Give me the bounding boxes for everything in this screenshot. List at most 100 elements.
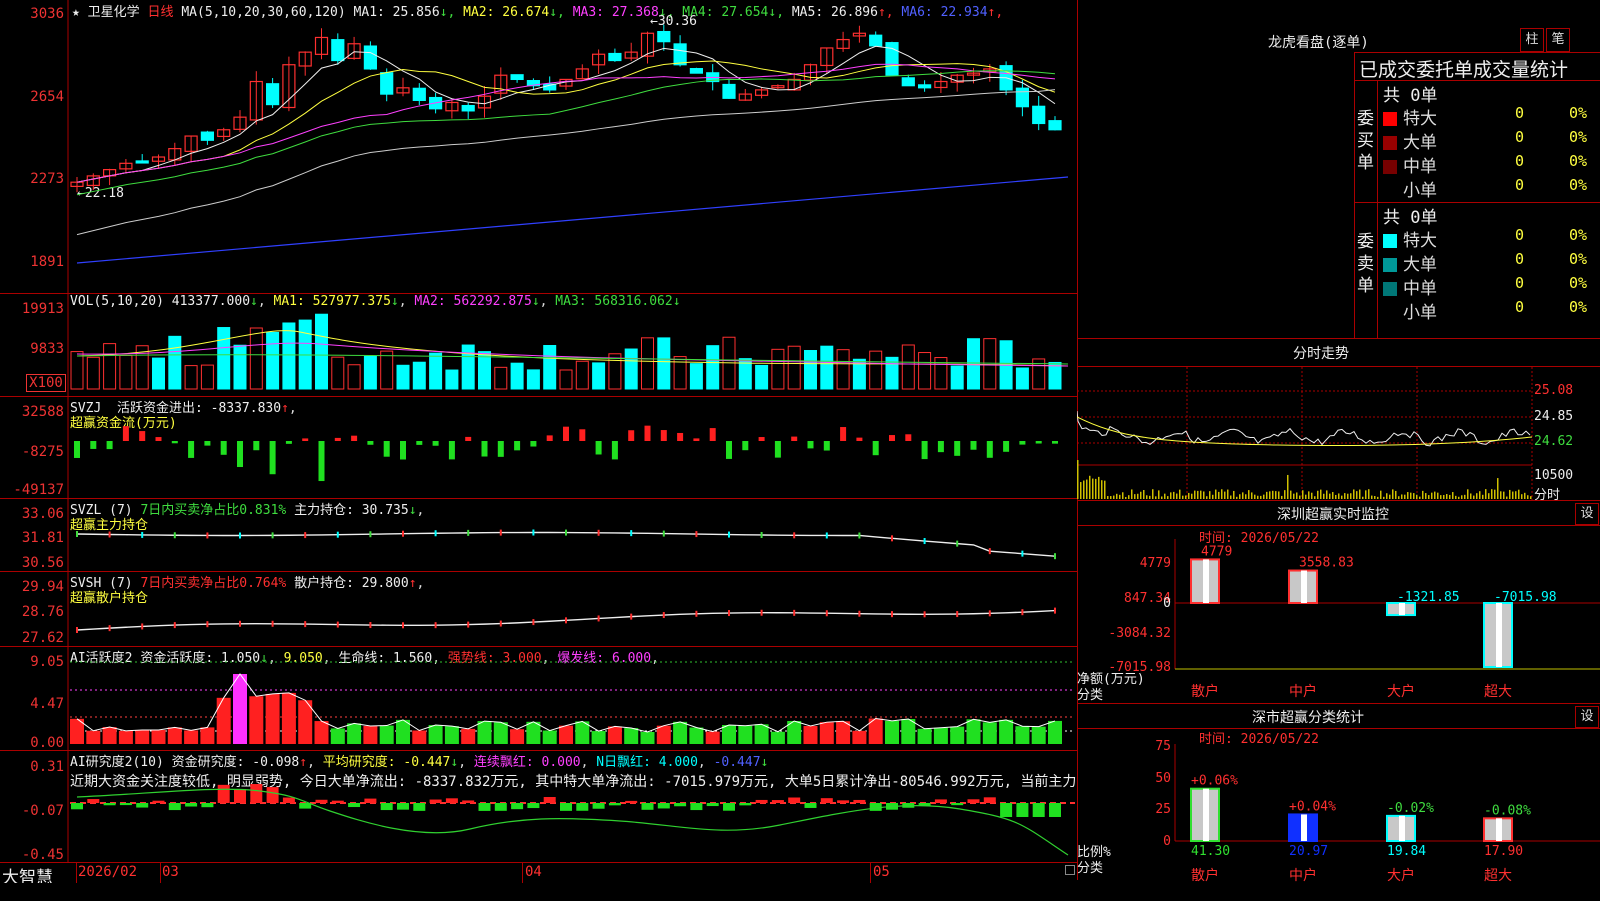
tab-bar-view[interactable]: 柱 <box>1520 28 1544 52</box>
monitor-chart[interactable]: 4779847.340-3084.32-7015.984779散户3558.83… <box>1077 501 1600 704</box>
monitor-bar-highlight <box>1203 559 1209 603</box>
svsh-chart[interactable] <box>0 572 1077 647</box>
order-count: 0 <box>1515 226 1525 244</box>
sell-total: 共 0单 <box>1383 208 1438 228</box>
svzl-panel[interactable]: SVZL (7) 7日内买卖净占比0.831% 主力持仓: 30.735↓, 超… <box>0 498 1077 572</box>
intraday-vol-bar <box>1398 496 1400 499</box>
trend-tick <box>108 531 111 538</box>
order-pct: 0% <box>1569 152 1588 170</box>
volume-chart[interactable] <box>0 294 1077 397</box>
volume-bar <box>967 338 980 390</box>
tab-tick-view[interactable]: 笔 <box>1546 28 1570 52</box>
intraday-vol-bar <box>1143 490 1145 499</box>
ai-research-chart[interactable] <box>0 751 1077 863</box>
research-bar <box>168 803 181 811</box>
svzj-panel[interactable]: SVZJ 活跃资金进出: -8337.830↑, 超赢资金流(万元) 32588… <box>0 396 1077 499</box>
intraday-vol-bar <box>1269 491 1271 499</box>
candle-body <box>135 160 149 164</box>
intraday-vol-bar <box>1389 494 1391 499</box>
ai-active-panel[interactable]: AI活跃度2 资金活跃度: 1.050↓, 9.050, 生命线: 1.560,… <box>0 646 1077 751</box>
monitor-panel[interactable]: 深圳超赢实时监控 设 时间: 2026/05/22 净额(万元) 分类 4779… <box>1077 500 1600 704</box>
ai-research-panel[interactable]: AI研究度2(10) 资金研究度: -0.098↑, 平均研究度: -0.447… <box>0 750 1077 863</box>
activity-bar <box>607 726 622 744</box>
candle-body <box>608 52 622 62</box>
activity-bar <box>347 723 362 744</box>
flow-bar <box>1052 441 1058 444</box>
activity-bar <box>591 731 606 744</box>
flow-bar <box>791 436 798 441</box>
svzj-chart[interactable] <box>0 397 1077 499</box>
kline-chart[interactable] <box>0 0 1077 293</box>
flow-bar <box>840 427 847 441</box>
activity-bar <box>624 728 639 744</box>
volume-bar <box>217 327 231 390</box>
intraday-vol-bar <box>1362 496 1364 499</box>
intraday-vol-bar <box>1455 495 1457 499</box>
intraday-vol-bar <box>1350 493 1352 499</box>
class-value-label: 17.90 <box>1484 844 1523 859</box>
trend-tick <box>695 610 698 617</box>
intraday-vol-bar <box>1311 492 1313 499</box>
flow-bar <box>1019 441 1026 445</box>
trend-tick <box>630 530 633 537</box>
flow-bar <box>383 441 390 457</box>
intraday-vol-bar <box>1299 495 1301 499</box>
intraday-chart[interactable] <box>1077 367 1537 501</box>
class-panel[interactable]: 深市超赢分类统计 设 时间: 2026/05/22 比例% 分类 75 50 25 0… <box>1077 703 1600 901</box>
trend-tick <box>532 619 535 626</box>
class-y-label: 25 <box>1155 802 1171 817</box>
intraday-vol-bar <box>1263 494 1265 499</box>
research-bar <box>560 803 572 811</box>
research-bar <box>951 803 964 806</box>
intraday-vol-bar <box>1080 482 1082 499</box>
class-value-label: 41.30 <box>1191 844 1230 859</box>
intraday-vol-label: 10500 <box>1534 468 1574 483</box>
activity-bar <box>754 724 769 744</box>
intraday-vol-bar <box>1329 493 1331 499</box>
trend-tick <box>206 621 209 628</box>
research-bar <box>1000 803 1013 817</box>
volume-panel[interactable]: VOL(5,10,20) 413377.000↓, MA1: 527977.37… <box>0 293 1077 397</box>
trend-tick <box>141 623 144 630</box>
trend-line <box>76 531 1056 557</box>
intraday-vol-bar <box>1434 491 1436 499</box>
flow-bar <box>285 441 292 444</box>
intraday-vol-bar <box>1221 489 1223 499</box>
class-chart[interactable]: 75 50 25 0 +0.06% 41.30 散户 +0.04% 20.97 中户 -0.02% 1… <box>1077 704 1600 901</box>
intraday-vol-bar <box>1227 489 1229 499</box>
intraday-vol-bar <box>1086 479 1088 499</box>
intraday-vol-bar <box>1485 489 1487 499</box>
trend-tick <box>825 532 828 539</box>
intraday-panel[interactable]: 分时走势 25.08 24.85 24.62 10500 分时 <box>1077 338 1600 503</box>
intraday-vol-bar <box>1224 491 1226 499</box>
volume-bar <box>755 364 769 390</box>
kline-panel[interactable]: ★ 卫星化学 日线 MA(5,10,20,30,60,120) MA1: 25.… <box>0 0 1077 293</box>
legend-swatch <box>1383 306 1397 320</box>
intraday-vol-bar <box>1377 496 1379 499</box>
research-bar <box>576 803 589 811</box>
research-bar <box>788 797 801 803</box>
volume-bar <box>1015 367 1029 390</box>
order-row: 中单 0 0% <box>1383 274 1600 299</box>
class-bar-highlight <box>1399 815 1405 841</box>
trend-tick <box>565 617 567 624</box>
intraday-vol-bar <box>1089 475 1091 499</box>
ai-active-chart[interactable] <box>0 647 1077 751</box>
intraday-vol-bar <box>1341 495 1343 499</box>
flow-bar <box>921 441 928 460</box>
trend-tick <box>728 610 730 617</box>
research-bar <box>837 800 850 803</box>
svsh-panel[interactable]: SVSH (7) 7日内买卖净占比0.764% 散户持仓: 29.800↑, 超… <box>0 571 1077 647</box>
trend-tick <box>1054 607 1056 614</box>
intraday-vol-bar <box>1425 493 1427 499</box>
trend-tick <box>336 621 339 628</box>
intraday-vol-bar <box>1374 496 1376 499</box>
lock-icon[interactable] <box>1065 865 1075 875</box>
intraday-vol-bar <box>1125 496 1127 499</box>
candle-body <box>1015 87 1030 108</box>
activity-bar <box>412 730 427 744</box>
svzl-chart[interactable] <box>0 499 1077 572</box>
order-type: 大单 <box>1403 255 1437 275</box>
intraday-vol-bar <box>1194 490 1196 499</box>
research-bar <box>983 797 996 803</box>
